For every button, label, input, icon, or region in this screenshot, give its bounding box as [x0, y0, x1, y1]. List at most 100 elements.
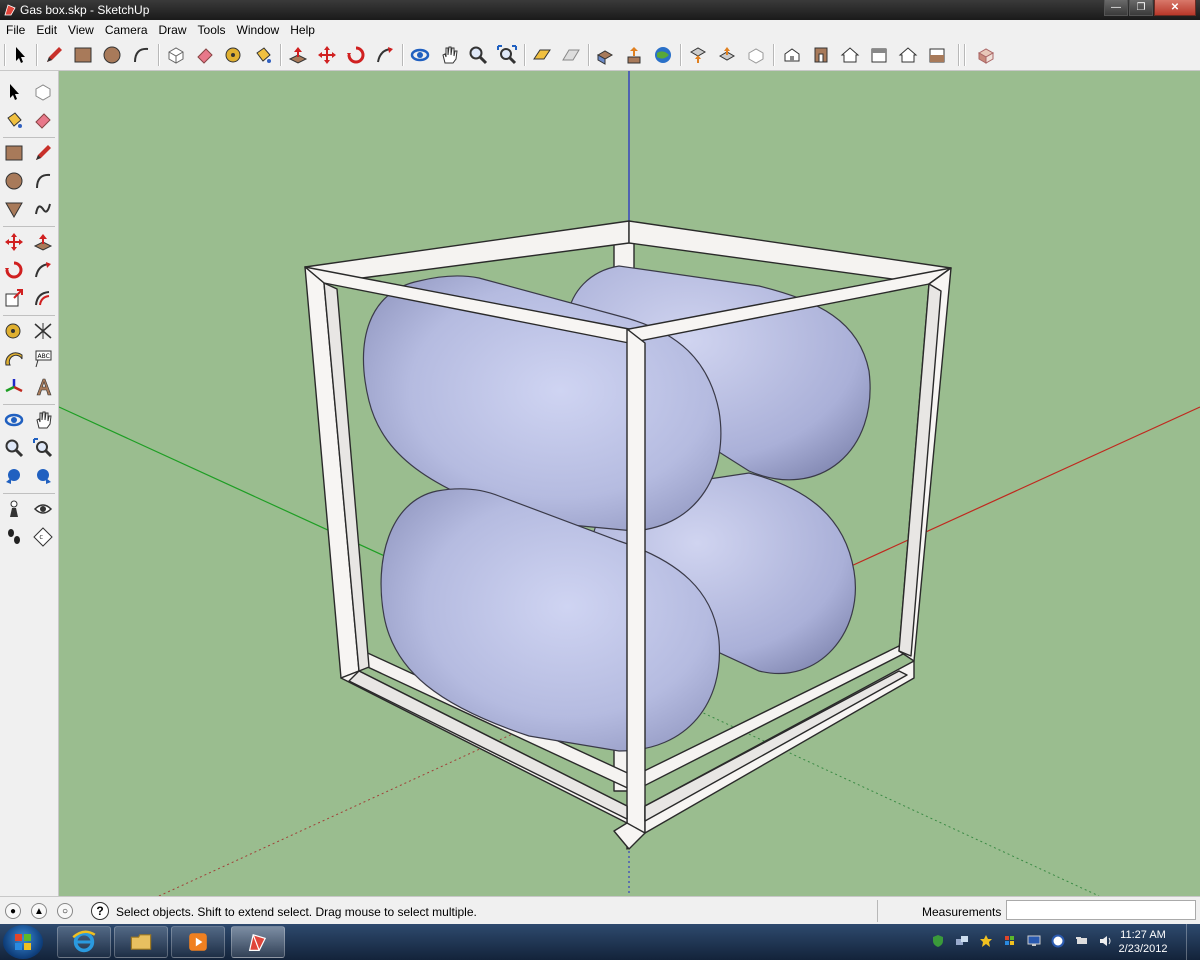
front-view-icon[interactable] [809, 43, 833, 67]
make-component-icon[interactable] [30, 79, 56, 105]
model-info-icon[interactable] [974, 43, 998, 67]
follow-me-icon[interactable] [373, 43, 397, 67]
text-icon[interactable]: ABC [30, 346, 56, 372]
menu-view[interactable]: View [62, 20, 99, 40]
iso-view-icon[interactable] [780, 43, 804, 67]
left-view-icon[interactable] [925, 43, 949, 67]
add-location-icon[interactable] [530, 43, 554, 67]
pan-icon[interactable] [30, 407, 56, 433]
arc-icon[interactable] [129, 43, 153, 67]
push-pull-icon[interactable] [286, 43, 310, 67]
move-icon[interactable] [1, 229, 27, 255]
polygon-icon[interactable] [1, 196, 27, 222]
orbit-icon[interactable] [1, 407, 27, 433]
volume-icon[interactable] [1098, 934, 1114, 948]
paint-bucket-icon[interactable] [1, 107, 27, 133]
network-icon[interactable] [954, 934, 970, 948]
display-icon[interactable] [1026, 934, 1042, 948]
axes-icon[interactable] [1, 374, 27, 400]
internet-explorer-icon[interactable] [57, 926, 111, 958]
menu-window[interactable]: Window [231, 20, 285, 40]
clock[interactable]: 11:27 AM 2/23/2012 [1116, 928, 1170, 956]
restore-icon[interactable]: ❐ [1129, 0, 1153, 16]
menu-bar: File Edit View Camera Draw Tools Window … [0, 20, 1200, 40]
back-view-icon[interactable] [896, 43, 920, 67]
updates-icon[interactable] [1050, 934, 1066, 948]
zoom-icon[interactable] [466, 43, 490, 67]
flag-icon[interactable] [1002, 934, 1018, 948]
geo-location-icon[interactable]: ● [5, 903, 21, 919]
rectangle-icon[interactable] [71, 43, 95, 67]
get-components-icon[interactable] [686, 43, 710, 67]
modeling-viewport[interactable] [59, 71, 1200, 896]
window-controls: — ❐ ✕ [1103, 0, 1196, 18]
toggle-terrain-icon[interactable] [559, 43, 583, 67]
move-icon[interactable] [315, 43, 339, 67]
circle-icon[interactable] [100, 43, 124, 67]
push-pull-icon[interactable] [30, 229, 56, 255]
walk-icon[interactable] [1, 524, 27, 550]
main-toolbar [0, 40, 1200, 71]
menu-help[interactable]: Help [284, 20, 320, 40]
make-component-icon[interactable] [164, 43, 188, 67]
top-view-icon[interactable] [838, 43, 862, 67]
freehand-icon[interactable] [30, 196, 56, 222]
star-icon[interactable] [978, 934, 994, 948]
credits-icon[interactable]: ▲ [31, 903, 47, 919]
sketchup-icon[interactable] [231, 926, 285, 958]
right-view-icon[interactable] [867, 43, 891, 67]
media-player-icon[interactable] [171, 926, 225, 958]
rotate-icon[interactable] [1, 257, 27, 283]
arc-icon[interactable] [30, 168, 56, 194]
pencil-icon[interactable] [42, 43, 66, 67]
user-icon[interactable]: ○ [57, 903, 73, 919]
next-view-icon[interactable] [30, 463, 56, 489]
3d-warehouse-icon[interactable] [744, 43, 768, 67]
windows-start-icon[interactable] [3, 925, 43, 959]
select-icon[interactable] [1, 79, 27, 105]
pan-icon[interactable] [437, 43, 461, 67]
share-component-icon[interactable] [715, 43, 739, 67]
eraser-icon[interactable] [193, 43, 217, 67]
circle-icon[interactable] [1, 168, 27, 194]
previous-view-icon[interactable] [1, 463, 27, 489]
look-around-icon[interactable] [30, 496, 56, 522]
orbit-icon[interactable] [408, 43, 432, 67]
rotate-icon[interactable] [344, 43, 368, 67]
select-icon[interactable] [8, 43, 32, 67]
menu-file[interactable]: File [0, 20, 30, 40]
menu-edit[interactable]: Edit [30, 20, 62, 40]
section-plane-icon[interactable]: C [30, 524, 56, 550]
menu-camera[interactable]: Camera [99, 20, 153, 40]
zoom-icon[interactable] [1, 435, 27, 461]
minimize-icon[interactable]: — [1104, 0, 1128, 16]
menu-tools[interactable]: Tools [192, 20, 231, 40]
power-icon[interactable] [1074, 934, 1090, 948]
position-camera-icon[interactable] [1, 496, 27, 522]
google-earth-icon[interactable] [651, 43, 675, 67]
tape-measure-icon[interactable] [222, 43, 246, 67]
tape-measure-icon[interactable] [1, 318, 27, 344]
dimension-icon[interactable] [30, 318, 56, 344]
clock-date: 2/23/2012 [1118, 943, 1168, 955]
scale-icon[interactable] [1, 285, 27, 311]
show-desktop-button[interactable] [1186, 924, 1200, 960]
paint-bucket-icon[interactable] [251, 43, 275, 67]
3d-text-icon[interactable] [30, 374, 56, 400]
eraser-icon[interactable] [30, 107, 56, 133]
get-models-icon[interactable] [593, 43, 617, 67]
zoom-window-icon[interactable] [30, 435, 56, 461]
rectangle-icon[interactable] [1, 140, 27, 166]
follow-me-icon[interactable] [30, 257, 56, 283]
offset-icon[interactable] [30, 285, 56, 311]
help-icon[interactable]: ? [91, 902, 109, 920]
close-icon[interactable]: ✕ [1154, 0, 1196, 16]
share-model-icon[interactable] [622, 43, 646, 67]
file-explorer-icon[interactable] [114, 926, 168, 958]
pencil-icon[interactable] [30, 140, 56, 166]
security-icon[interactable] [930, 934, 946, 948]
zoom-extents-icon[interactable] [495, 43, 519, 67]
measurements-input[interactable] [1006, 900, 1196, 920]
protractor-icon[interactable] [1, 346, 27, 372]
menu-draw[interactable]: Draw [153, 20, 192, 40]
